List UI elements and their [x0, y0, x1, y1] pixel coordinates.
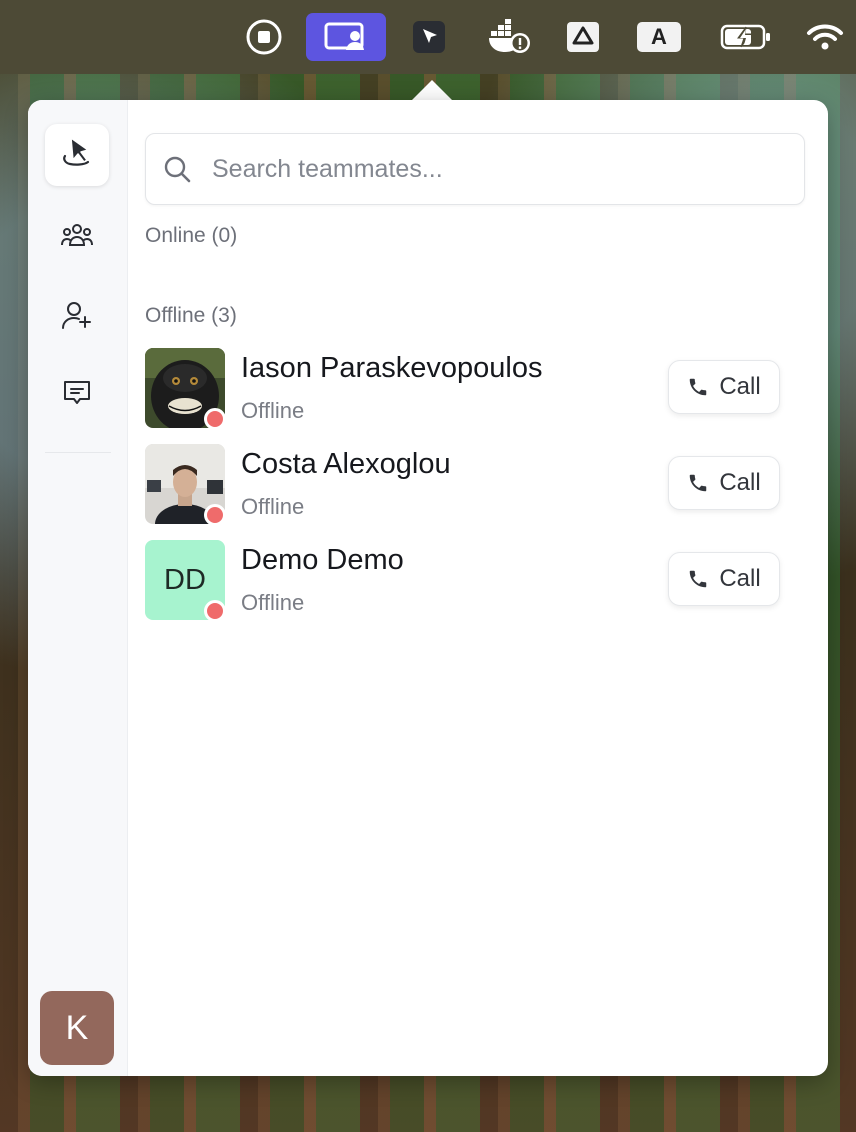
- teammates-panel: Online (0) Offline (3): [128, 100, 828, 1076]
- member-name: Iason Paraskevopoulos: [241, 352, 543, 384]
- sidebar-item-pointer[interactable]: [45, 124, 109, 186]
- sidebar-item-add-teammate[interactable]: [45, 286, 109, 348]
- sidebar-divider: [45, 452, 111, 453]
- menu-bar: A: [0, 0, 856, 74]
- member-name: Demo Demo: [241, 544, 404, 576]
- avatar: DD: [145, 540, 226, 622]
- member-status: Offline: [241, 494, 305, 519]
- call-button-label: Call: [719, 469, 761, 496]
- sidebar-item-teams[interactable]: [45, 206, 109, 268]
- offline-section-heading: Offline (3): [145, 304, 237, 327]
- input-source-letter: A: [637, 22, 681, 52]
- input-source-icon[interactable]: A: [634, 12, 684, 62]
- search-box: [145, 133, 805, 205]
- member-status: Offline: [241, 398, 305, 423]
- phone-icon: [687, 471, 711, 495]
- status-dot: [204, 408, 226, 430]
- message-icon: [62, 379, 92, 412]
- add-user-icon: [62, 300, 92, 335]
- avatar: [145, 444, 226, 526]
- call-button-label: Call: [719, 565, 761, 592]
- sidebar: K: [28, 100, 128, 1076]
- screen-share-app-icon[interactable]: [306, 13, 386, 61]
- docker-warning-icon[interactable]: [484, 12, 534, 62]
- phone-icon: [687, 375, 711, 399]
- status-dot: [204, 600, 226, 622]
- list-item: Costa Alexoglou Offline Call: [145, 444, 805, 526]
- call-button-label: Call: [719, 373, 761, 400]
- teammates-popover: K Online (0) Offline (3): [28, 100, 828, 1076]
- popover-arrow: [410, 80, 454, 102]
- current-user-avatar[interactable]: K: [40, 991, 114, 1065]
- team-icon: [61, 222, 93, 253]
- drive-icon[interactable]: [562, 12, 604, 62]
- member-status: Offline: [241, 590, 305, 615]
- member-name: Costa Alexoglou: [241, 448, 451, 480]
- avatar: [145, 348, 226, 430]
- screen-record-icon[interactable]: [240, 12, 288, 62]
- search-icon: [162, 154, 192, 184]
- call-button[interactable]: Call: [668, 360, 780, 414]
- call-button[interactable]: Call: [668, 552, 780, 606]
- search-input[interactable]: [212, 154, 772, 184]
- sidebar-item-messages[interactable]: [45, 364, 109, 426]
- battery-charging-icon[interactable]: [716, 12, 776, 62]
- online-section-heading: Online (0): [145, 224, 238, 247]
- status-dot: [204, 504, 226, 526]
- phone-icon: [687, 567, 711, 591]
- call-button[interactable]: Call: [668, 456, 780, 510]
- list-item: Iason Paraskevopoulos Offline Call: [145, 348, 805, 430]
- list-item: DD Demo Demo Offline Call: [145, 540, 805, 622]
- pointer-icon: [61, 136, 93, 175]
- wifi-icon[interactable]: [800, 12, 850, 62]
- cursor-app-icon[interactable]: [408, 12, 450, 62]
